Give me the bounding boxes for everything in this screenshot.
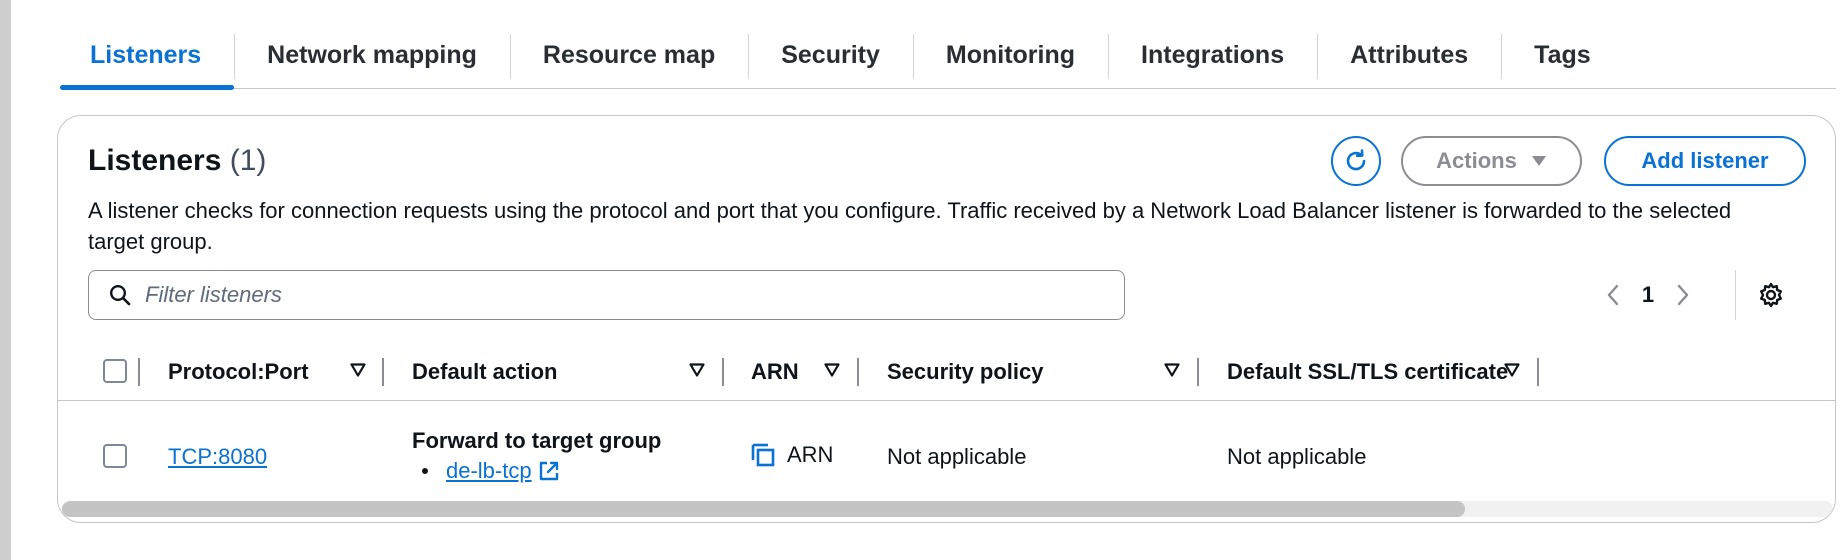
- column-divider: [722, 358, 724, 386]
- search-icon: [109, 284, 131, 306]
- column-security-policy[interactable]: Security policy: [887, 342, 1044, 401]
- chevron-right-icon: [1677, 284, 1689, 306]
- listeners-heading: Listeners (1): [88, 144, 266, 178]
- filter-box: [88, 270, 1125, 320]
- sort-down-icon: [689, 363, 705, 377]
- target-group-link[interactable]: de-lb-tcp: [446, 458, 532, 484]
- tab-integrations[interactable]: Integrations: [1108, 22, 1317, 88]
- add-listener-label: Add listener: [1641, 148, 1769, 173]
- refresh-icon: [1346, 149, 1366, 171]
- sort-certificate-button[interactable]: [1504, 363, 1520, 377]
- table-row: TCP:8080 Forward to target group de-lb-t…: [58, 402, 1835, 492]
- chevron-left-icon: [1607, 284, 1619, 306]
- default-action-text: Forward to target group: [412, 428, 662, 453]
- sort-security-policy-button[interactable]: [1164, 363, 1180, 377]
- tab-tags[interactable]: Tags: [1501, 22, 1624, 88]
- tab-monitoring[interactable]: Monitoring: [912, 22, 1108, 88]
- preferences-button[interactable]: [1756, 280, 1786, 310]
- refresh-button[interactable]: [1331, 136, 1381, 186]
- table-header: Protocol:Port Default action ARN Securit…: [58, 342, 1835, 401]
- tab-network-mapping[interactable]: Network mapping: [234, 22, 510, 88]
- current-page[interactable]: 1: [1628, 282, 1668, 308]
- column-divider: [1537, 358, 1539, 386]
- copy-icon[interactable]: [751, 443, 775, 467]
- left-edge-bar: [0, 0, 11, 560]
- arn-label[interactable]: ARN: [787, 442, 833, 468]
- sort-down-icon: [824, 363, 840, 377]
- actions-button[interactable]: Actions: [1401, 136, 1582, 186]
- sort-down-icon: [1164, 363, 1180, 377]
- filter-listeners-input[interactable]: [145, 282, 1095, 308]
- next-page-button[interactable]: [1668, 284, 1698, 306]
- select-all-checkbox[interactable]: [103, 359, 127, 383]
- column-default-action[interactable]: Default action: [412, 342, 557, 401]
- arn-cell: ARN: [751, 442, 833, 468]
- external-link-icon[interactable]: [538, 460, 560, 482]
- pagination: 1: [1598, 270, 1698, 320]
- sort-default-action-button[interactable]: [689, 363, 705, 377]
- listeners-title: Listeners: [88, 144, 222, 177]
- gear-icon: [1760, 282, 1782, 308]
- default-action-cell: Forward to target group de-lb-tcp: [412, 428, 661, 484]
- column-arn[interactable]: ARN: [751, 342, 799, 401]
- listeners-container: Listeners (1) Actions Add listener A lis…: [57, 115, 1836, 523]
- detail-tabs: Listeners Network mapping Resource map S…: [60, 22, 1836, 90]
- sort-down-icon: [1504, 363, 1520, 377]
- tab-resource-map[interactable]: Resource map: [509, 22, 748, 88]
- horizontal-scrollbar-thumb[interactable]: [62, 501, 1465, 517]
- listeners-count: (1): [229, 144, 267, 177]
- tab-security[interactable]: Security: [748, 22, 913, 88]
- pagination-divider: [1735, 270, 1736, 320]
- tab-attributes[interactable]: Attributes: [1317, 22, 1501, 88]
- caret-down-icon: [1531, 156, 1546, 166]
- column-divider: [382, 358, 384, 386]
- listeners-description: A listener checks for connection request…: [88, 198, 1732, 254]
- column-default-certificate[interactable]: Default SSL/TLS certificate: [1227, 342, 1508, 401]
- tab-listeners[interactable]: Listeners: [60, 22, 235, 90]
- load-balancer-detail-page: Listeners Network mapping Resource map S…: [11, 0, 1848, 560]
- security-policy-cell: Not applicable: [887, 444, 1027, 469]
- target-group-item: de-lb-tcp: [412, 458, 661, 484]
- actions-label: Actions: [1436, 148, 1517, 173]
- column-protocol-port[interactable]: Protocol:Port: [168, 342, 309, 401]
- add-listener-button[interactable]: Add listener: [1604, 136, 1806, 186]
- sort-down-icon: [350, 363, 366, 377]
- certificate-cell: Not applicable: [1227, 444, 1367, 469]
- column-divider: [138, 358, 140, 386]
- protocol-port-link[interactable]: TCP:8080: [168, 444, 267, 470]
- column-divider: [857, 358, 859, 386]
- previous-page-button[interactable]: [1598, 284, 1628, 306]
- bullet: [422, 468, 428, 474]
- sort-arn-button[interactable]: [824, 363, 840, 377]
- column-divider: [1197, 358, 1199, 386]
- row-select-checkbox[interactable]: [103, 444, 127, 468]
- sort-protocol-port-button[interactable]: [350, 363, 366, 377]
